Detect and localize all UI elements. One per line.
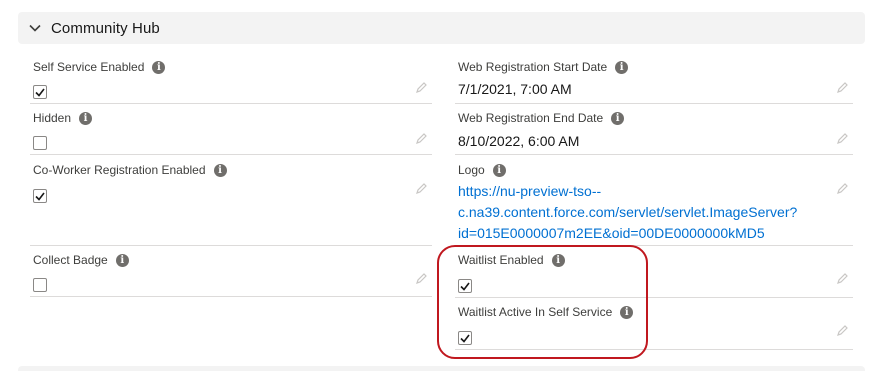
edit-pencil-icon[interactable] [414, 271, 428, 285]
logo-link-line[interactable]: https://nu-preview-tso-- [458, 181, 808, 202]
info-icon[interactable]: i [79, 111, 93, 125]
checkmark-icon [35, 192, 45, 201]
field-hidden: Hidden i [30, 105, 432, 155]
field-label: Logo [458, 163, 485, 177]
field-label: Web Registration End Date [458, 111, 604, 125]
field-label: Hidden [33, 111, 72, 125]
info-icon[interactable]: i [152, 60, 166, 74]
checkbox-co-worker-registration-enabled [33, 189, 47, 203]
field-value: 8/10/2022, 6:00 AM [458, 133, 580, 149]
field-label: Web Registration Start Date [458, 60, 608, 74]
checkbox-collect-badge [33, 278, 47, 292]
logo-link-line[interactable]: c.na39.content.force.com/servlet/servlet… [458, 202, 808, 223]
field-label: Waitlist Enabled [458, 253, 544, 267]
field-label: Collect Badge [33, 253, 108, 267]
next-section-header-edge [18, 366, 865, 371]
checkmark-icon [35, 88, 45, 97]
field-label: Co-Worker Registration Enabled [33, 163, 206, 177]
info-icon[interactable]: i [611, 111, 625, 125]
edit-pencil-icon[interactable] [414, 80, 428, 94]
checkmark-icon [460, 282, 470, 291]
info-icon[interactable]: i [620, 305, 634, 319]
edit-pencil-icon[interactable] [835, 181, 849, 195]
field-web-registration-start-date: Web Registration Start Date i 7/1/2021, … [455, 54, 853, 104]
field-waitlist-active-in-self-service: Waitlist Active In Self Service i [455, 299, 853, 350]
section-title: Community Hub [51, 19, 160, 37]
field-collect-badge: Collect Badge i [30, 247, 432, 297]
field-label: Waitlist Active In Self Service [458, 305, 613, 319]
checkbox-waitlist-active-in-self-service [458, 331, 472, 345]
chevron-down-icon[interactable] [28, 21, 42, 35]
section-header-community-hub[interactable]: Community Hub [18, 12, 865, 44]
field-logo: Logo i https://nu-preview-tso-- c.na39.c… [455, 157, 853, 246]
edit-pencil-icon[interactable] [414, 131, 428, 145]
field-value: 7/1/2021, 7:00 AM [458, 81, 572, 97]
info-icon[interactable]: i [492, 163, 506, 177]
edit-pencil-icon[interactable] [835, 80, 849, 94]
edit-pencil-icon[interactable] [835, 271, 849, 285]
checkbox-self-service-enabled [33, 85, 47, 99]
logo-link-line[interactable]: id=015E0000007m2EE&oid=00DE0000000kMD5 [458, 223, 808, 244]
checkbox-waitlist-enabled [458, 279, 472, 293]
field-waitlist-enabled: Waitlist Enabled i [455, 247, 853, 298]
field-co-worker-registration-enabled: Co-Worker Registration Enabled i [30, 157, 432, 246]
info-icon[interactable]: i [115, 253, 129, 267]
logo-link[interactable]: https://nu-preview-tso-- c.na39.content.… [458, 181, 808, 244]
field-self-service-enabled: Self Service Enabled i [30, 54, 432, 104]
checkmark-icon [460, 334, 470, 343]
edit-pencil-icon[interactable] [835, 323, 849, 337]
checkbox-hidden [33, 136, 47, 150]
field-label: Self Service Enabled [33, 60, 145, 74]
info-icon[interactable]: i [551, 253, 565, 267]
edit-pencil-icon[interactable] [414, 181, 428, 195]
info-icon[interactable]: i [213, 163, 227, 177]
info-icon[interactable]: i [615, 60, 629, 74]
record-detail-panel: Community Hub Self Service Enabled i Hid… [0, 0, 883, 371]
edit-pencil-icon[interactable] [835, 131, 849, 145]
field-web-registration-end-date: Web Registration End Date i 8/10/2022, 6… [455, 105, 853, 155]
